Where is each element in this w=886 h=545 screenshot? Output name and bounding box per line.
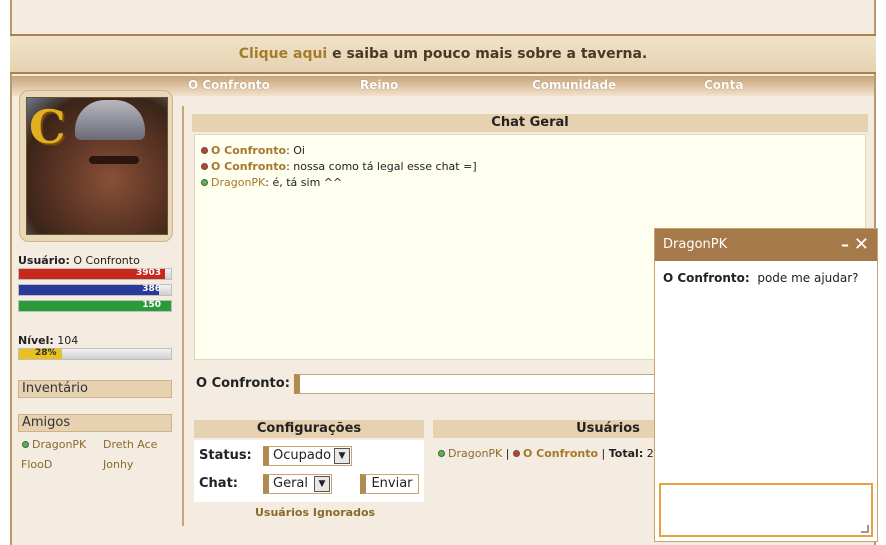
online-dot-icon	[438, 450, 445, 457]
chat-message: O Confronto: nossa como tá legal esse ch…	[201, 159, 859, 175]
nav-o-confronto[interactable]: O Confronto	[188, 78, 270, 92]
separator: |	[601, 447, 606, 460]
user-label: Usuário:	[18, 254, 70, 267]
busy-dot-icon	[201, 163, 208, 170]
busy-dot-icon	[512, 450, 520, 457]
chat-message: O Confronto: Oi	[201, 143, 859, 159]
online-dot-icon	[201, 179, 208, 186]
hp-value: 3903	[135, 268, 161, 278]
promo-bar: Clique aqui e saiba um pouco mais sobre …	[10, 34, 876, 74]
friend-flood[interactable]: FlooD	[21, 458, 52, 471]
ignored-users-link[interactable]: Usuários Ignorados	[255, 506, 375, 519]
send-button[interactable]: Enviar	[360, 474, 419, 494]
friend-dragonpk[interactable]: DragonPK	[22, 438, 86, 451]
avatar-eyes	[89, 156, 139, 164]
pm-text: pode me ajudar?	[757, 271, 859, 285]
user-o-confronto[interactable]: O Confronto	[523, 447, 598, 460]
busy-dot-icon	[201, 147, 208, 154]
avatar-helmet	[75, 100, 145, 140]
friend-name: DragonPK	[32, 438, 87, 451]
chat-channel-value: Geral	[273, 476, 308, 491]
pm-author: O Confronto:	[663, 271, 750, 285]
chat-channel-select[interactable]: Geral ▼	[263, 474, 332, 494]
chat-author[interactable]: O Confronto	[211, 160, 286, 173]
level-line: Nível: 104	[18, 334, 78, 347]
mana-fill	[19, 285, 159, 295]
total-count: 2	[646, 447, 654, 460]
chat-author[interactable]: DragonPK	[211, 176, 265, 189]
chat-author[interactable]: O Confronto	[211, 144, 286, 157]
user-line: Usuário: O Confronto	[18, 254, 140, 267]
pm-textarea[interactable]	[659, 483, 873, 537]
column-divider	[182, 106, 184, 526]
status-select[interactable]: Ocupado ▼	[263, 446, 352, 466]
resize-grip-icon[interactable]	[861, 525, 869, 533]
nav-conta[interactable]: Conta	[704, 78, 743, 92]
friend-dreth-ace[interactable]: Dreth Ace	[103, 438, 157, 451]
mana-bar: 386	[18, 284, 172, 296]
avatar-logo-letter: C	[29, 100, 66, 154]
hp-bar: 3903	[18, 268, 172, 280]
chat-title: Chat Geral	[192, 114, 868, 132]
minimize-icon[interactable]: –	[841, 229, 849, 261]
promo-link[interactable]: Clique aqui	[239, 46, 327, 62]
separator: |	[505, 447, 510, 460]
level-value: 104	[57, 334, 79, 347]
user-name: O Confronto	[73, 254, 140, 267]
inventory-title[interactable]: Inventário	[18, 380, 172, 398]
chevron-down-icon[interactable]: ▼	[334, 448, 350, 464]
private-message-window: DragonPK – ✕ O Confronto: pode me ajudar…	[654, 228, 878, 542]
nav-reino[interactable]: Reino	[360, 78, 398, 92]
mana-value: 386	[142, 284, 161, 294]
pm-message: O Confronto: pode me ajudar?	[655, 261, 877, 295]
level-label: Nível:	[18, 334, 54, 347]
chat-text: : é, tá sim ^^	[265, 176, 343, 189]
stamina-bar: 150	[18, 300, 172, 312]
chat-input-label: O Confronto:	[196, 376, 290, 391]
pm-title: DragonPK	[663, 237, 728, 252]
total-label: Total:	[608, 447, 644, 460]
chat-message: DragonPK: é, tá sim ^^	[201, 175, 859, 191]
config-title: Configurações	[194, 420, 424, 438]
chevron-down-icon[interactable]: ▼	[314, 476, 330, 492]
online-users-list: DragonPK | O Confronto | Total: 2	[438, 447, 654, 460]
nav-comunidade[interactable]: Comunidade	[532, 78, 616, 92]
online-dot-icon	[22, 441, 29, 448]
close-icon[interactable]: ✕	[854, 229, 869, 261]
xp-bar: 28%	[18, 348, 172, 360]
friends-title: Amigos	[18, 414, 172, 432]
status-label: Status:	[199, 448, 252, 463]
chat-text: : Oi	[286, 144, 305, 157]
avatar[interactable]: C	[26, 97, 168, 235]
status-value: Ocupado	[273, 448, 332, 463]
chat-text: : nossa como tá legal esse chat =]	[286, 160, 477, 173]
xp-value: 28%	[35, 348, 57, 358]
pm-header[interactable]: DragonPK – ✕	[655, 229, 877, 261]
sidebar: C Usuário: O Confronto 3903 386 150 Níve…	[14, 90, 176, 530]
chat-channel-label: Chat:	[199, 476, 238, 491]
friend-jonhy[interactable]: Jonhy	[103, 458, 133, 471]
avatar-frame: C	[19, 90, 173, 242]
promo-text: e saiba um pouco mais sobre a taverna.	[327, 46, 648, 62]
stamina-value: 150	[142, 300, 161, 310]
user-dragonpk[interactable]: DragonPK	[448, 447, 502, 460]
